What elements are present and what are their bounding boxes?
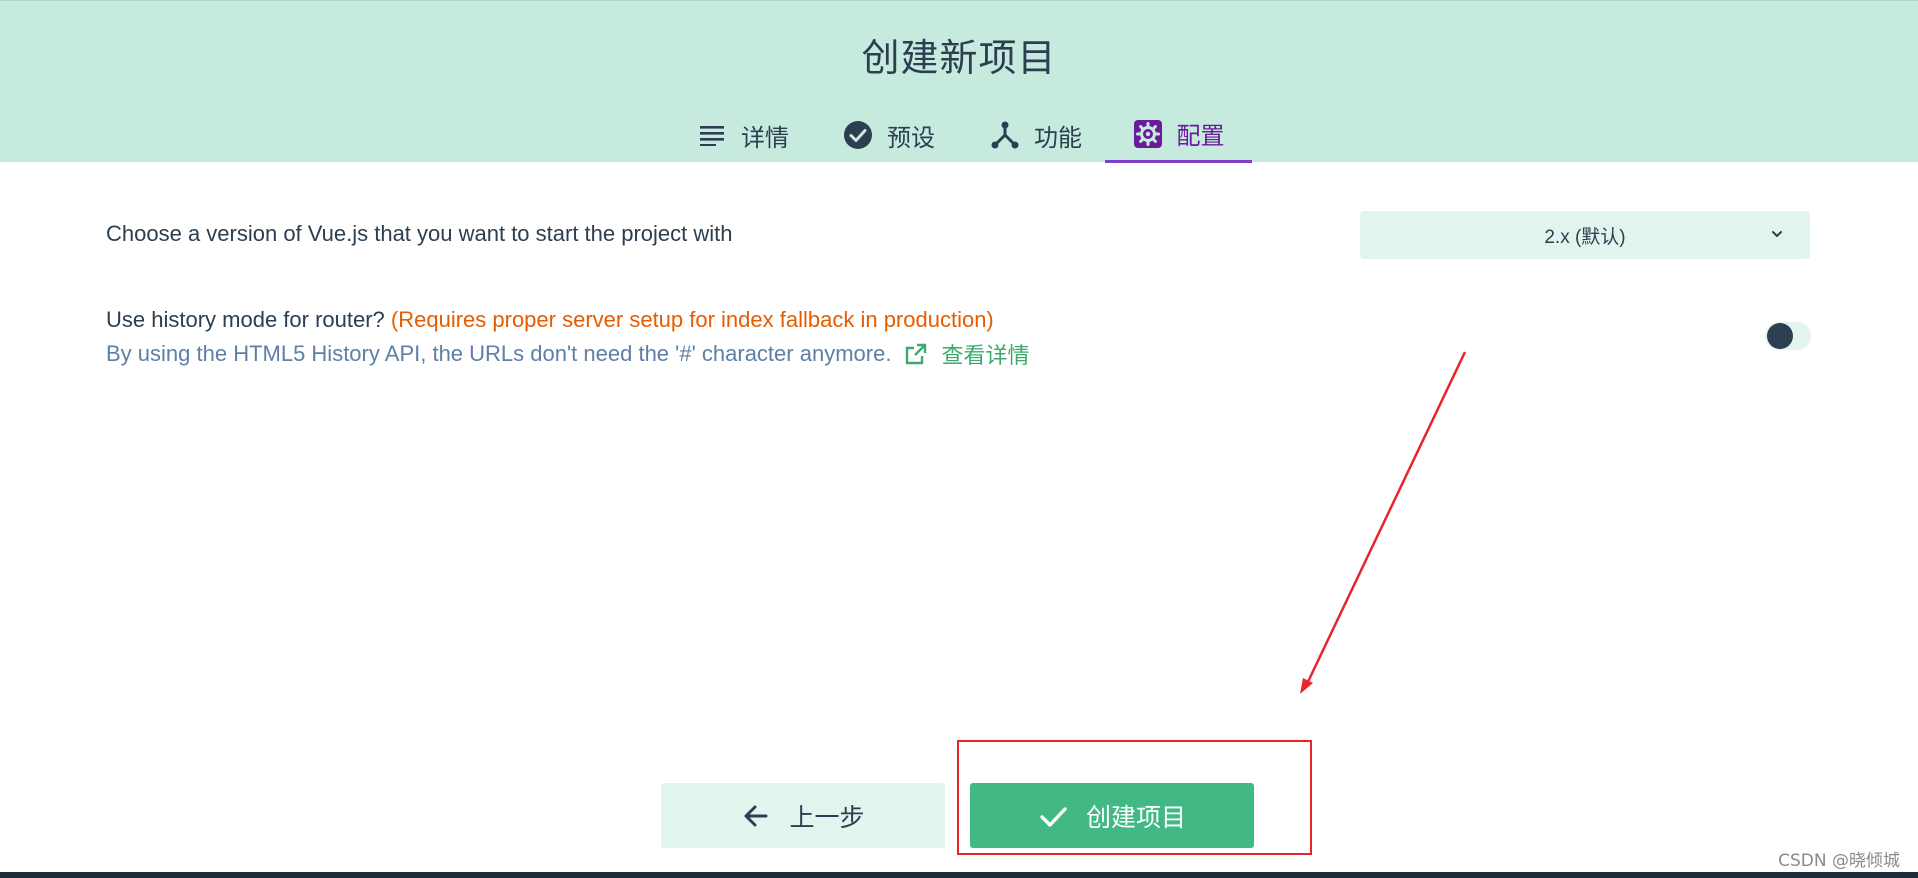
history-mode-question: Use history mode for router? <box>106 307 385 332</box>
check-icon <box>1038 801 1068 831</box>
tab-bar: 详情 预设 功能 配置 <box>0 107 1918 163</box>
more-info-link[interactable]: 查看详情 <box>905 338 1029 370</box>
page-title: 创建新项目 <box>861 36 1057 80</box>
tab-details-label: 详情 <box>741 123 789 152</box>
footer-bar <box>0 872 1918 878</box>
gear-icon <box>1133 119 1163 149</box>
more-info-label: 查看详情 <box>941 344 1030 369</box>
chevron-down-icon <box>1772 231 1782 237</box>
fork-icon <box>990 120 1020 150</box>
tab-details[interactable]: 详情 <box>688 107 798 163</box>
create-project-button[interactable]: 创建项目 <box>970 783 1254 848</box>
tab-features[interactable]: 功能 <box>980 107 1092 163</box>
toggle-knob <box>1767 323 1793 349</box>
previous-step-button[interactable]: 上一步 <box>661 783 945 848</box>
check-circle-icon <box>843 120 873 150</box>
history-mode-warning: (Requires proper server setup for index … <box>390 307 994 332</box>
vue-version-value: 2.x (默认) <box>1544 226 1626 248</box>
header: 创建新项目 详情 预设 功能 配置 <box>0 0 1918 163</box>
vue-version-label: Choose a version of Vue.js that you want… <box>106 221 733 246</box>
history-mode-description: By using the HTML5 History API, the URLs… <box>106 338 1029 370</box>
watermark: CSDN @晓倾城 <box>1778 851 1900 871</box>
arrow-left-icon <box>741 801 771 831</box>
history-mode-desc-text: By using the HTML5 History API, the URLs… <box>106 341 892 366</box>
previous-step-label: 上一步 <box>789 802 865 832</box>
history-mode-toggle[interactable] <box>1765 322 1811 350</box>
history-mode-label: Use history mode for router? (Requires p… <box>106 307 994 333</box>
tab-features-label: 功能 <box>1034 123 1082 152</box>
tab-presets-label: 预设 <box>887 123 935 152</box>
create-project-label: 创建项目 <box>1085 802 1186 832</box>
vue-version-select[interactable]: 2.x (默认) <box>1360 211 1810 259</box>
list-icon <box>697 120 727 150</box>
tab-presets[interactable]: 预设 <box>834 107 944 163</box>
tab-config-label: 配置 <box>1176 122 1225 150</box>
tab-config[interactable]: 配置 <box>1105 107 1252 163</box>
external-link-icon <box>905 343 927 365</box>
